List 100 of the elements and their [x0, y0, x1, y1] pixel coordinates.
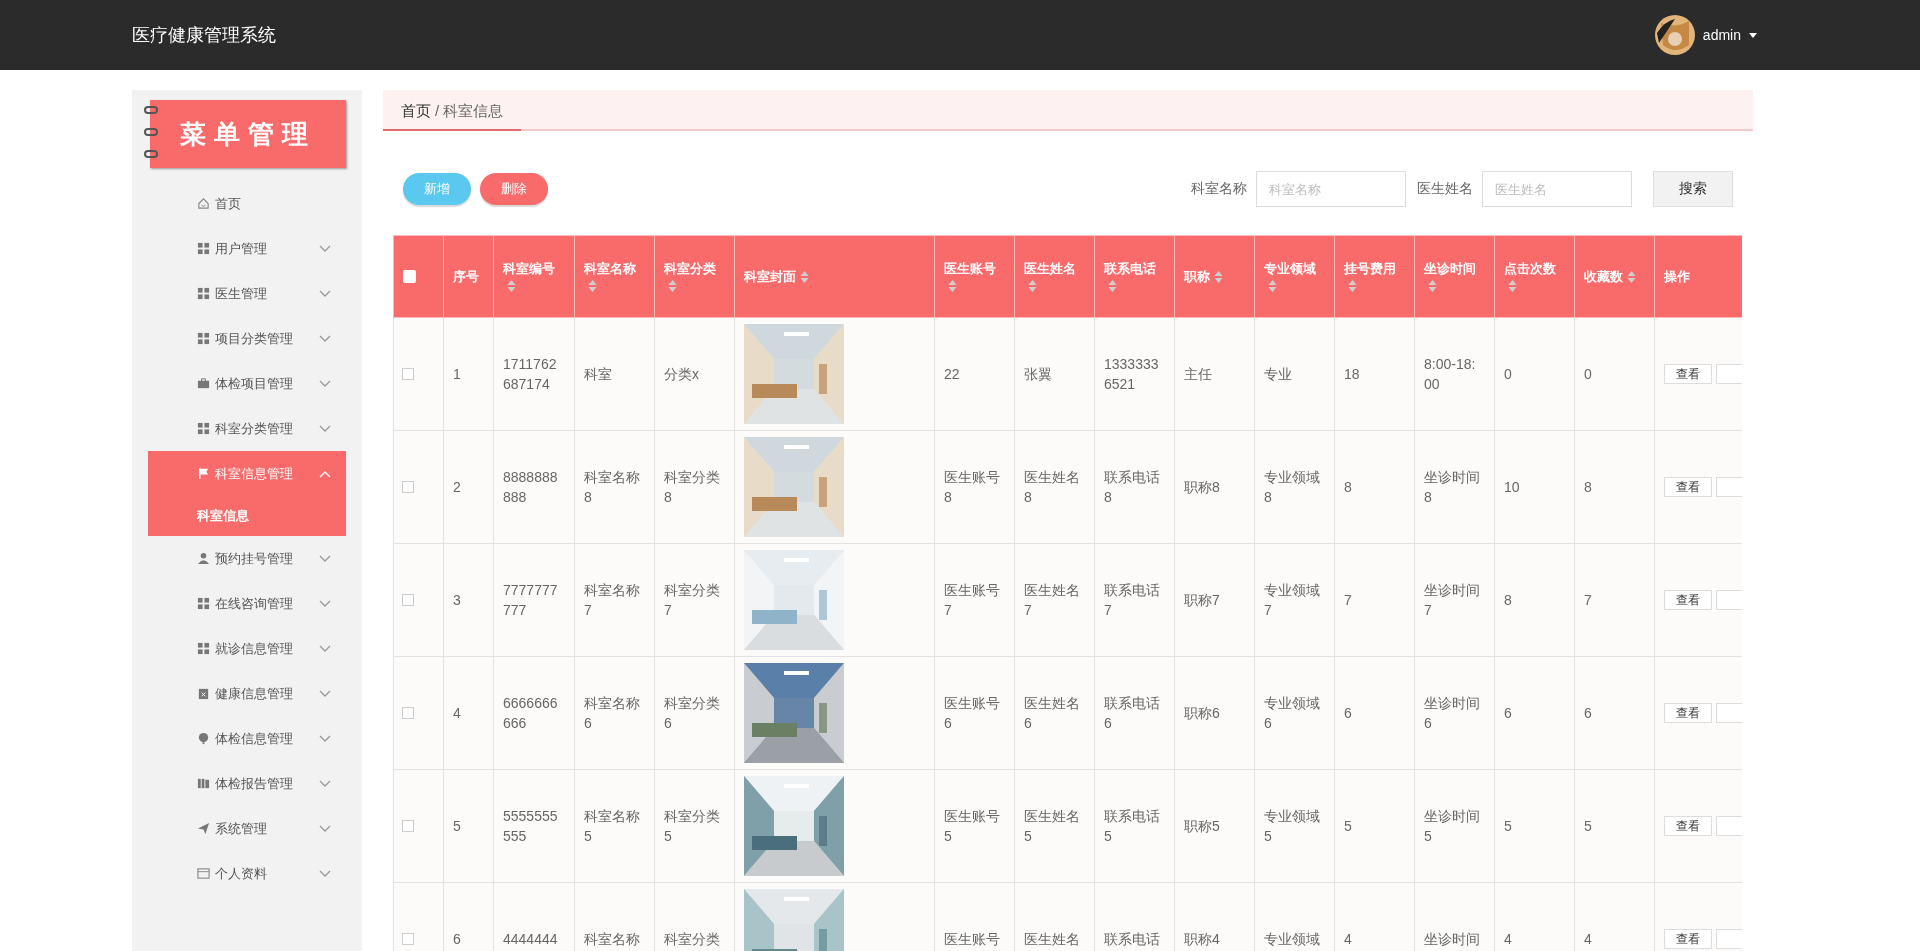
sidebar-item[interactable]: 预约挂号管理 [132, 536, 362, 581]
table-cell: 7 [1344, 592, 1352, 608]
chevron-icon[interactable] [319, 779, 331, 788]
breadcrumb-current: 科室信息 [443, 102, 504, 121]
chevron-icon[interactable] [319, 554, 331, 563]
chevron-icon[interactable] [319, 289, 331, 298]
sidebar-item[interactable]: 健康信息管理 [132, 671, 362, 716]
briefcase-icon [197, 377, 210, 390]
row-checkbox[interactable] [402, 594, 414, 606]
sidebar-item[interactable]: 用户管理 [132, 226, 362, 271]
row-checkbox[interactable] [402, 368, 414, 380]
table-cell: 科室名称6 [584, 695, 640, 731]
sort-icon[interactable] [948, 279, 957, 294]
table-cell: 医生姓名7 [1024, 582, 1080, 618]
table-cell: 8 [1504, 592, 1512, 608]
table-cell: 4444444 [503, 931, 558, 947]
table-cell: 联系电话6 [1104, 695, 1160, 731]
view-button[interactable]: 查看 [1664, 590, 1712, 610]
table-cell: 职称6 [1184, 705, 1220, 721]
sort-icon[interactable] [1214, 270, 1223, 285]
sort-icon[interactable] [1028, 279, 1037, 294]
username[interactable]: admin [1702, 27, 1741, 43]
sort-icon[interactable] [588, 279, 597, 294]
grid-icon [197, 242, 210, 255]
grid-icon [197, 287, 210, 300]
books-icon [197, 777, 210, 790]
view-button[interactable]: 查看 [1664, 816, 1712, 836]
sort-icon[interactable] [668, 279, 677, 294]
avatar-icon[interactable] [1654, 15, 1695, 55]
table-cell: 5 [1584, 818, 1592, 834]
select-all-checkbox[interactable] [403, 270, 416, 283]
table-cell: 7 [1584, 592, 1592, 608]
row-checkbox[interactable] [402, 707, 414, 719]
table-cell: 18 [1344, 366, 1360, 382]
sort-icon[interactable] [1627, 270, 1636, 285]
table-cell: 医生姓名5 [1024, 808, 1080, 844]
table-cell: 科室分类5 [664, 808, 720, 844]
chevron-icon[interactable] [319, 424, 331, 433]
table-cell: 专业领域6 [1264, 695, 1320, 731]
table-cell: 科室分类8 [664, 469, 720, 505]
grid-icon [197, 422, 210, 435]
table-cell: 科室名称7 [584, 582, 640, 618]
caret-icon[interactable] [1749, 32, 1757, 38]
sort-icon[interactable] [1268, 279, 1277, 294]
view-button[interactable]: 查看 [1664, 703, 1712, 723]
chevron-icon[interactable] [319, 334, 331, 343]
table-cell: 5 [453, 818, 461, 834]
table-cell: 医生账号5 [944, 808, 1000, 844]
sidebar-item[interactable]: 医生管理 [132, 271, 362, 316]
view-button[interactable]: 查看 [1664, 929, 1712, 949]
sidebar-item[interactable]: 科室分类管理 [132, 406, 362, 451]
grid-icon [197, 642, 210, 655]
row-checkbox[interactable] [402, 481, 414, 493]
sidebar-item[interactable]: 首页 [132, 181, 362, 226]
table-cell: 0 [1504, 366, 1512, 382]
sort-icon[interactable] [1108, 279, 1117, 294]
filter-label: 科室名称 [1191, 180, 1247, 198]
sort-icon[interactable] [800, 270, 809, 285]
sidebar-item[interactable]: 体检报告管理 [132, 761, 362, 806]
sort-icon[interactable] [507, 279, 516, 294]
sidebar-item[interactable]: 系统管理 [132, 806, 362, 851]
sort-icon[interactable] [1508, 279, 1517, 294]
grid-icon [197, 332, 210, 345]
search-button[interactable]: 搜索 [1653, 171, 1733, 207]
chevron-icon[interactable] [319, 824, 331, 833]
chevron-icon[interactable] [319, 379, 331, 388]
table-cell: 0 [1584, 366, 1592, 382]
sidebar-item[interactable]: 体检项目管理 [132, 361, 362, 406]
table-cell: 22 [944, 366, 960, 382]
table-cell: 职称8 [1184, 479, 1220, 495]
sort-icon[interactable] [1348, 279, 1357, 294]
table-cell: 医生姓名6 [1024, 695, 1080, 731]
view-button[interactable]: 查看 [1664, 364, 1712, 384]
sidebar-item[interactable]: 体检信息管理 [132, 716, 362, 761]
search-field[interactable]: 医生姓名 [1482, 171, 1632, 207]
column-header: 序号 [453, 268, 479, 284]
logo-title: 菜单管理 [180, 117, 316, 151]
chevron-icon[interactable] [319, 599, 331, 608]
table-cell: 8 [1584, 479, 1592, 495]
grid-icon [197, 597, 210, 610]
sidebar-item[interactable]: 在线咨询管理 [132, 581, 362, 626]
sort-icon[interactable] [1428, 279, 1437, 294]
chevron-icon[interactable] [319, 869, 331, 878]
table-cell: 坐诊时间8 [1424, 469, 1480, 505]
sidebar-item[interactable]: 个人资料 [132, 851, 362, 896]
card-icon [197, 867, 210, 880]
breadcrumb-link[interactable]: 首页 [401, 102, 431, 121]
chevron-icon[interactable] [319, 689, 331, 698]
view-button[interactable]: 查看 [1664, 477, 1712, 497]
chevron-icon[interactable] [319, 734, 331, 743]
sidebar-item[interactable]: 项目分类管理 [132, 316, 362, 361]
table-cell: 职称5 [1184, 818, 1220, 834]
sidebar-item[interactable]: 就诊信息管理 [132, 626, 362, 671]
chevron-icon[interactable] [319, 244, 331, 253]
search-field[interactable]: 科室名称 [1256, 171, 1406, 207]
row-checkbox[interactable] [402, 820, 414, 832]
table-cell: 专业领域5 [1264, 808, 1320, 844]
row-checkbox[interactable] [402, 933, 414, 945]
flag-icon [197, 467, 210, 480]
chevron-icon[interactable] [319, 644, 331, 653]
